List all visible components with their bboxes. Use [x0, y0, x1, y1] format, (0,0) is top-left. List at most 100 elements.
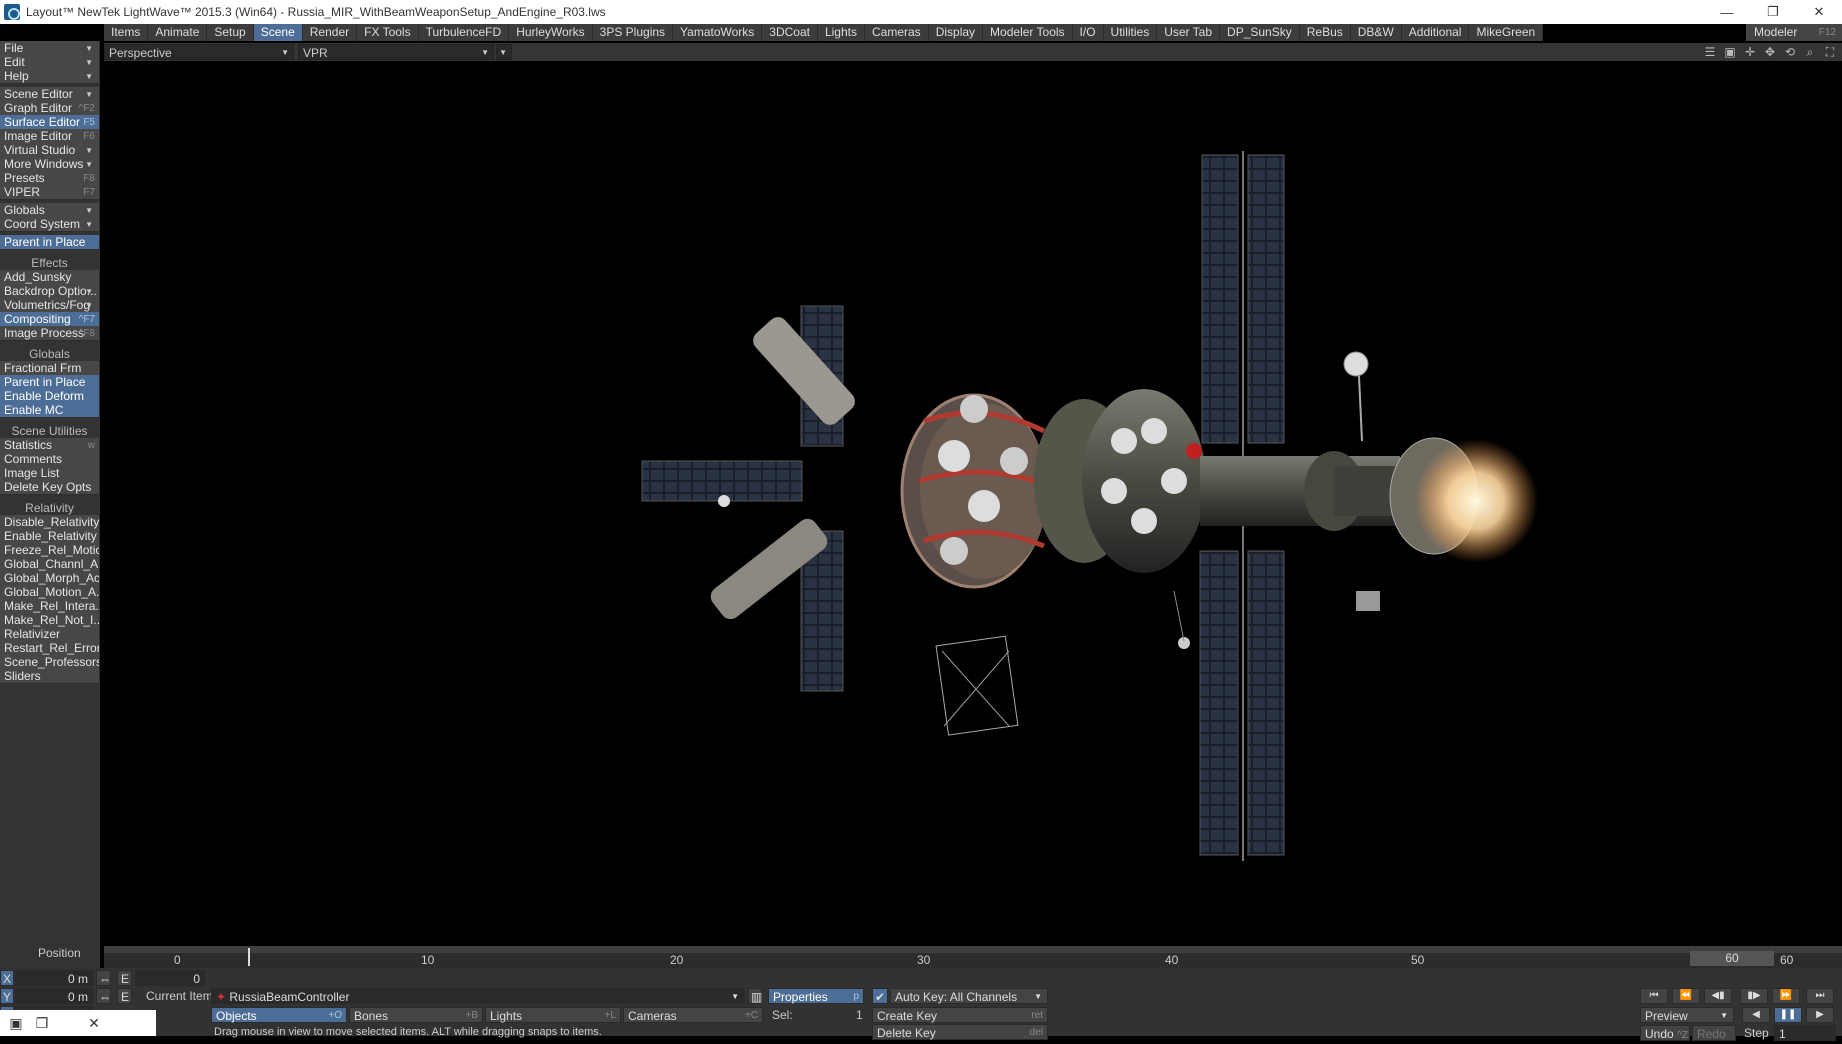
- x-axis-toggle[interactable]: X: [0, 970, 14, 986]
- help-menu[interactable]: Help ▼: [0, 69, 99, 84]
- y-axis-toggle[interactable]: Y: [0, 988, 14, 1004]
- coord-system-button[interactable]: Coord System ▼: [0, 217, 99, 232]
- menu-icon[interactable]: ☰: [1702, 44, 1718, 60]
- parent-in-place-toggle[interactable]: Parent in Place: [0, 375, 99, 390]
- lights-button[interactable]: Lights +L: [485, 1007, 621, 1023]
- rotate-icon[interactable]: ⟲: [1782, 44, 1798, 60]
- relativity-item[interactable]: Relativizer: [0, 627, 99, 642]
- relativity-item[interactable]: Global_Motion_A...: [0, 585, 99, 600]
- image-list-button[interactable]: Image List: [0, 466, 99, 481]
- relativity-item[interactable]: Global_Channl_A...: [0, 557, 99, 572]
- restore-button[interactable]: ❐: [1750, 0, 1796, 24]
- preview-select[interactable]: Preview ▼: [1640, 1007, 1734, 1023]
- x-envelope-button[interactable]: E: [117, 970, 132, 986]
- delete-key-button[interactable]: Delete Key del: [872, 1024, 1048, 1040]
- x-reset-icon[interactable]: ⇔: [96, 970, 111, 986]
- tab-3dcoat[interactable]: 3DCoat: [762, 24, 818, 41]
- prev-key-icon[interactable]: ⏪: [1672, 988, 1700, 1004]
- tab-cameras[interactable]: Cameras: [865, 24, 929, 41]
- surface-editor-button[interactable]: Surface Editor F5: [0, 115, 99, 130]
- add-sunsky-button[interactable]: Add_Sunsky: [0, 270, 99, 285]
- move-icon[interactable]: ✛: [1742, 44, 1758, 60]
- tab-user-tab[interactable]: User Tab: [1157, 24, 1221, 41]
- tab-hurleyworks[interactable]: HurleyWorks: [509, 24, 593, 41]
- x-position-field[interactable]: 0 m: [15, 970, 93, 986]
- tab-dp-sunsky[interactable]: DP_SunSky: [1220, 24, 1300, 41]
- delete-key-opts-button[interactable]: Delete Key Opts: [0, 480, 99, 495]
- create-key-button[interactable]: Create Key ret: [872, 1007, 1048, 1023]
- statistics-button[interactable]: Statistics w: [0, 438, 99, 453]
- timeline[interactable]: 0 10 20 30 40 50 60 60: [104, 946, 1842, 968]
- step-field[interactable]: 1: [1774, 1025, 1836, 1041]
- tab-items[interactable]: Items: [104, 24, 149, 41]
- play-icon[interactable]: ▶: [1806, 1007, 1834, 1023]
- end-frame-value[interactable]: 60: [1780, 953, 1793, 967]
- edit-menu[interactable]: Edit ▼: [0, 55, 99, 70]
- tab-fx-tools[interactable]: FX Tools: [357, 24, 419, 41]
- tab-additional[interactable]: Additional: [1401, 24, 1470, 41]
- tab-animate[interactable]: Animate: [148, 24, 208, 41]
- tab-lights[interactable]: Lights: [817, 24, 865, 41]
- relativity-item[interactable]: Scene_Professors: [0, 655, 99, 670]
- current-frame-field[interactable]: 0: [135, 970, 205, 986]
- tab-display[interactable]: Display: [928, 24, 984, 41]
- tab-turbulencefd[interactable]: TurbulenceFD: [418, 24, 510, 41]
- view-type-select[interactable]: Perspective ▼: [104, 44, 294, 60]
- current-frame-marker[interactable]: [248, 948, 250, 966]
- end-frame-field[interactable]: 60: [1690, 951, 1774, 966]
- pause-icon[interactable]: ❚❚: [1774, 1007, 1802, 1023]
- tab-render[interactable]: Render: [302, 24, 358, 41]
- fractional-frm-button[interactable]: Fractional Frm: [0, 361, 99, 376]
- step-back-icon[interactable]: ◀▮: [1704, 988, 1732, 1004]
- scene-editor-button[interactable]: Scene Editor ▼: [0, 87, 99, 102]
- viewport-options-button[interactable]: ▼: [496, 44, 512, 60]
- cameras-button[interactable]: Cameras +C: [623, 1007, 763, 1023]
- maximize-icon[interactable]: ⛶: [1822, 44, 1838, 60]
- auto-key-checkbox[interactable]: ✔: [872, 988, 888, 1004]
- relativity-item[interactable]: Global_Morph_Ac...: [0, 571, 99, 586]
- tab-rebus[interactable]: ReBus: [1299, 24, 1351, 41]
- first-frame-icon[interactable]: ⏮: [1640, 988, 1668, 1004]
- tab-3ps-plugins[interactable]: 3PS Plugins: [592, 24, 674, 41]
- minimize-button[interactable]: —: [1704, 0, 1750, 24]
- image-process-button[interactable]: Image Process ^F8: [0, 326, 99, 341]
- file-menu[interactable]: File ▼: [0, 41, 99, 56]
- tab-mikegreen[interactable]: MikeGreen: [1469, 24, 1544, 41]
- relativity-item[interactable]: Enable_Relativity: [0, 529, 99, 544]
- y-reset-icon[interactable]: ⇔: [96, 988, 111, 1004]
- 3d-viewport[interactable]: [104, 61, 1842, 946]
- item-list-icon[interactable]: ▥: [748, 988, 762, 1004]
- next-key-icon[interactable]: ⏩: [1772, 988, 1800, 1004]
- graph-editor-button[interactable]: Graph Editor ^F2: [0, 101, 99, 116]
- pan-icon[interactable]: ✥: [1762, 44, 1778, 60]
- undo-button[interactable]: Undo ^Z: [1640, 1025, 1690, 1041]
- timeline-scrubber[interactable]: [104, 946, 1842, 953]
- tab-i-o[interactable]: I/O: [1072, 24, 1104, 41]
- backdrop-options-button[interactable]: Backdrop Optio... ▼: [0, 284, 99, 299]
- properties-button[interactable]: Properties p: [768, 988, 864, 1004]
- tab-scene[interactable]: Scene: [253, 24, 303, 41]
- bones-button[interactable]: Bones +B: [349, 1007, 483, 1023]
- comments-button[interactable]: Comments: [0, 452, 99, 467]
- tab-db-w[interactable]: DB&W: [1350, 24, 1402, 41]
- presets-button[interactable]: Presets F8: [0, 171, 99, 186]
- relativity-item[interactable]: Make_Rel_Intera...: [0, 599, 99, 614]
- step-forward-icon[interactable]: ▮▶: [1740, 988, 1768, 1004]
- zoom-icon[interactable]: ⌕: [1802, 44, 1818, 60]
- image-editor-button[interactable]: Image Editor F6: [0, 129, 99, 144]
- modeler-button[interactable]: Modeler F12: [1746, 24, 1842, 41]
- compositing-button[interactable]: Compositing ^F7: [0, 312, 99, 327]
- tab-utilities[interactable]: Utilities: [1103, 24, 1158, 41]
- tab-yamatoworks[interactable]: YamatoWorks: [673, 24, 763, 41]
- current-item-select[interactable]: ✦ RussiaBeamController ▼: [211, 988, 745, 1004]
- close-window-icon[interactable]: ✕: [84, 1015, 104, 1032]
- auto-key-select[interactable]: Auto Key: All Channels ▼: [890, 988, 1048, 1004]
- relativity-item[interactable]: Freeze_Rel_Motion: [0, 543, 99, 558]
- relativity-item[interactable]: Restart_Rel_Errors: [0, 641, 99, 656]
- tab-setup[interactable]: Setup: [207, 24, 254, 41]
- more-windows-button[interactable]: More Windows ▼: [0, 157, 99, 172]
- save-icon[interactable]: ▣: [1722, 44, 1738, 60]
- play-reverse-icon[interactable]: ◀: [1742, 1007, 1770, 1023]
- relativity-item[interactable]: Make_Rel_Not_I...: [0, 613, 99, 628]
- render-mode-select[interactable]: VPR ▼: [298, 44, 494, 60]
